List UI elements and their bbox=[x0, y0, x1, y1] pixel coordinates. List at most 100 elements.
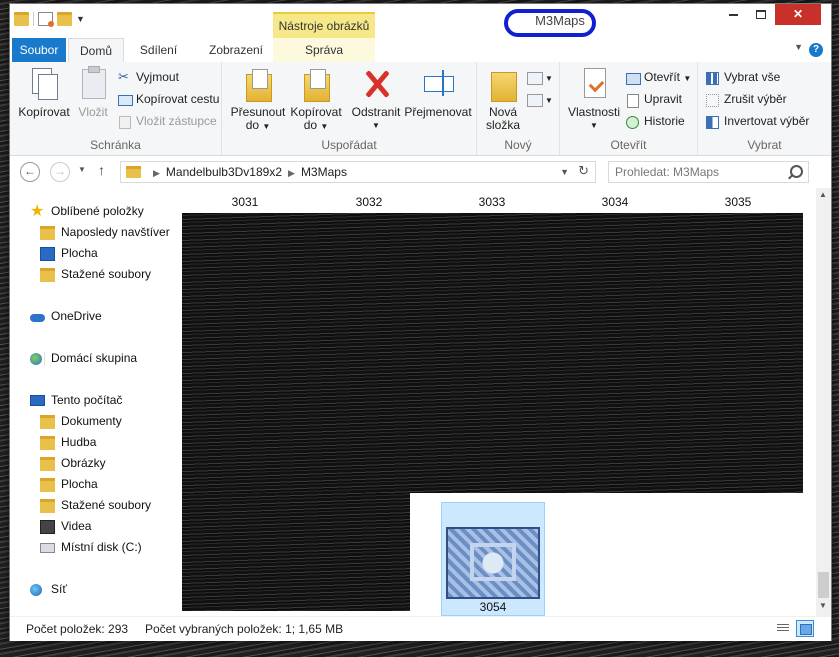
easy-access-icon bbox=[527, 93, 543, 107]
thumbnail-grid[interactable] bbox=[182, 213, 803, 493]
nav-item-downloads[interactable]: Stažené soubory bbox=[40, 264, 151, 284]
rename-icon bbox=[422, 66, 454, 102]
address-bar[interactable]: ▶ Mandelbulb3Dv189x2 ▶ M3Maps ▼ ↻ bbox=[120, 161, 596, 183]
nav-item-desktop-pc[interactable]: Plocha bbox=[40, 474, 98, 494]
open-button[interactable]: Otevřít ▼ bbox=[626, 68, 691, 86]
breadcrumb-item[interactable]: M3Maps bbox=[301, 165, 347, 179]
search-input[interactable]: Prohledat: M3Maps bbox=[608, 161, 809, 183]
address-dropdown-icon[interactable]: ▼ bbox=[560, 162, 569, 182]
selected-file-item[interactable]: 3054 bbox=[441, 502, 545, 616]
copy-path-label: Kopírovat cestu bbox=[136, 92, 220, 106]
new-folder-icon[interactable] bbox=[57, 12, 72, 26]
nav-item-label: Plocha bbox=[61, 246, 98, 260]
properties-icon[interactable] bbox=[38, 12, 54, 27]
help-icon[interactable]: ? bbox=[809, 43, 823, 57]
minimize-icon bbox=[728, 13, 738, 16]
nav-item-onedrive[interactable]: OneDrive bbox=[30, 306, 102, 326]
copy-to-button[interactable]: Kopírovat do ▼ bbox=[286, 66, 346, 133]
organize-group-label: Uspořádat bbox=[321, 138, 377, 152]
delete-button[interactable]: Odstranit ▼ bbox=[348, 66, 404, 132]
new-group: Nová složka ▼ ▼ Nový bbox=[477, 62, 560, 155]
breadcrumb-item[interactable]: Mandelbulb3Dv189x2 bbox=[166, 165, 282, 179]
item-label[interactable]: 3031 bbox=[210, 195, 280, 209]
tab-home[interactable]: Domů bbox=[68, 38, 124, 63]
paste-label: Vložit bbox=[78, 105, 108, 119]
select-all-button[interactable]: Vybrat vše bbox=[706, 68, 780, 86]
nav-item-this-pc[interactable]: Tento počítač bbox=[30, 390, 122, 410]
item-label[interactable]: 3032 bbox=[334, 195, 404, 209]
maximize-icon bbox=[756, 10, 766, 20]
easy-access-button[interactable]: ▼ bbox=[527, 90, 553, 108]
navigation-pane: Oblíbené položky Naposledy navštíver Plo… bbox=[10, 194, 178, 614]
move-to-sublabel: do bbox=[245, 118, 260, 132]
invert-selection-button[interactable]: Invertovat výběr bbox=[706, 112, 809, 130]
paste-shortcut-button[interactable]: Vložit zástupce bbox=[118, 112, 217, 130]
nav-item-local-disk[interactable]: Místní disk (C:) bbox=[40, 537, 142, 557]
copy-path-button[interactable]: Kopírovat cestu bbox=[118, 90, 219, 108]
tab-manage[interactable]: Správa bbox=[273, 38, 375, 62]
close-button[interactable]: ✕ bbox=[775, 4, 821, 25]
nav-item-videos[interactable]: Videa bbox=[40, 516, 91, 536]
nav-item-pictures[interactable]: Obrázky bbox=[40, 453, 106, 473]
recent-locations-icon[interactable]: ▼ bbox=[78, 165, 86, 174]
navigation-bar: ← → ▼ ↑ ▶ Mandelbulb3Dv189x2 ▶ M3Maps ▼ ↻ P… bbox=[10, 156, 831, 188]
tab-view[interactable]: Zobrazení bbox=[196, 38, 276, 62]
rename-button[interactable]: Přejmenovat bbox=[402, 66, 474, 119]
properties-button[interactable]: Vlastnosti ▼ bbox=[564, 66, 624, 132]
copy-button[interactable]: Kopírovat bbox=[16, 66, 72, 119]
new-folder-icon bbox=[487, 66, 519, 102]
nav-item-network[interactable]: Síť bbox=[30, 579, 67, 599]
nav-item-desktop[interactable]: Plocha bbox=[40, 243, 98, 263]
back-button[interactable]: ← bbox=[20, 162, 40, 182]
nav-item-label: Videa bbox=[61, 519, 92, 533]
maximize-button[interactable] bbox=[747, 4, 775, 25]
details-view-icon[interactable] bbox=[774, 620, 792, 637]
chevron-right-icon[interactable]: ▶ bbox=[288, 168, 295, 178]
new-item-button[interactable]: ▼ bbox=[527, 68, 553, 86]
copy-to-arrow-icon: ▼ bbox=[320, 122, 329, 131]
select-none-button[interactable]: Zrušit výběr bbox=[706, 90, 787, 108]
forward-button[interactable]: → bbox=[50, 162, 70, 182]
up-button[interactable]: ↑ bbox=[98, 162, 105, 178]
search-icon[interactable] bbox=[790, 165, 803, 178]
nav-item-recent[interactable]: Naposledy navštíver bbox=[40, 222, 170, 242]
tab-share[interactable]: Sdílení bbox=[126, 38, 191, 62]
edit-button[interactable]: Upravit bbox=[626, 90, 682, 108]
refresh-icon[interactable]: ↻ bbox=[578, 162, 589, 182]
cloud-icon bbox=[30, 310, 45, 324]
nav-item-downloads-pc[interactable]: Stažené soubory bbox=[40, 495, 151, 515]
history-button[interactable]: Historie bbox=[626, 112, 685, 130]
paste-icon bbox=[77, 66, 109, 102]
scroll-down-icon[interactable]: ▼ bbox=[819, 601, 827, 610]
pictures-icon bbox=[40, 456, 55, 471]
disk-icon bbox=[40, 542, 55, 553]
nav-item-homegroup[interactable]: Domácí skupina bbox=[30, 348, 137, 368]
tab-file[interactable]: Soubor bbox=[12, 38, 66, 62]
qat-dropdown-icon[interactable]: ▼ bbox=[76, 14, 85, 24]
nav-item-music[interactable]: Hudba bbox=[40, 432, 96, 452]
paste-button[interactable]: Vložit bbox=[72, 66, 114, 119]
vertical-scrollbar[interactable]: ▲ ▼ bbox=[816, 188, 831, 616]
chevron-right-icon[interactable]: ▶ bbox=[153, 168, 160, 178]
item-label[interactable]: 3035 bbox=[703, 195, 773, 209]
item-label[interactable]: 3033 bbox=[457, 195, 527, 209]
nav-item-documents[interactable]: Dokumenty bbox=[40, 411, 122, 431]
open-group-label: Otevřít bbox=[610, 138, 647, 152]
chevron-down-icon[interactable]: ▼ bbox=[794, 42, 803, 52]
select-group-label: Vybrat bbox=[747, 138, 782, 152]
new-folder-button[interactable]: Nová složka bbox=[483, 66, 523, 132]
item-label[interactable]: 3034 bbox=[580, 195, 650, 209]
new-item-icon bbox=[527, 71, 543, 85]
scrollbar-thumb[interactable] bbox=[818, 572, 829, 598]
minimize-button[interactable] bbox=[719, 4, 747, 25]
open-label: Otevřít bbox=[644, 70, 681, 84]
move-to-button[interactable]: Přesunout do ▼ bbox=[228, 66, 288, 133]
cut-button[interactable]: Vyjmout bbox=[118, 68, 179, 87]
nav-item-label: Plocha bbox=[61, 477, 98, 491]
scroll-up-icon[interactable]: ▲ bbox=[819, 190, 827, 199]
documents-icon bbox=[40, 414, 55, 429]
recent-places-icon bbox=[40, 225, 55, 240]
large-icons-view-icon[interactable] bbox=[796, 620, 814, 637]
nav-item-favorites[interactable]: Oblíbené položky bbox=[30, 201, 144, 221]
thumbnail-grid[interactable] bbox=[182, 493, 410, 611]
